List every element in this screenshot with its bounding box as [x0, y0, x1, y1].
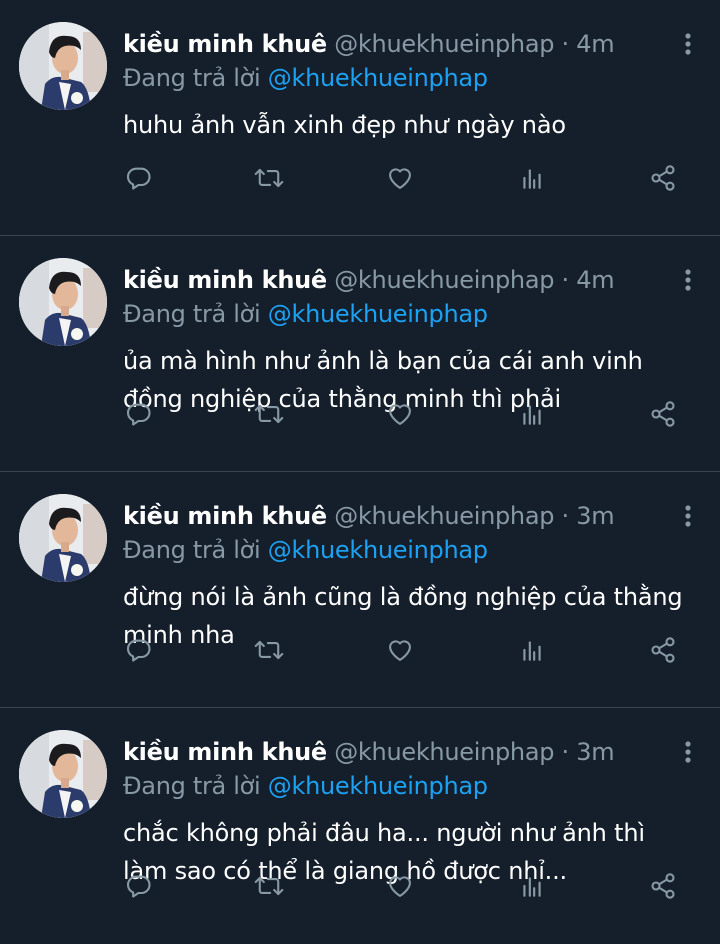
like-button[interactable]	[384, 870, 416, 902]
tweet[interactable]: kiều minh khuê @khuekhueinphap · 3m Đang…	[0, 708, 720, 944]
reply-icon	[126, 639, 151, 662]
like-button[interactable]	[384, 634, 416, 666]
retweet-icon	[254, 876, 284, 896]
display-name[interactable]: kiều minh khuê	[123, 266, 327, 294]
retweet-button[interactable]	[253, 634, 285, 666]
share-button[interactable]	[647, 634, 679, 666]
separator-dot: ·	[561, 738, 570, 766]
more-vertical-icon	[685, 741, 691, 763]
more-options-button[interactable]	[684, 740, 692, 764]
timestamp[interactable]: 4m	[576, 266, 614, 294]
retweet-icon	[254, 168, 284, 188]
more-vertical-icon	[685, 269, 691, 291]
retweet-button[interactable]	[253, 398, 285, 430]
heart-icon	[389, 640, 411, 661]
more-vertical-icon	[685, 33, 691, 55]
username-handle[interactable]: @khuekhueinphap	[334, 30, 554, 58]
analytics-icon	[523, 641, 541, 661]
share-icon	[651, 637, 675, 663]
replying-to-label: Đang trả lời	[123, 536, 261, 564]
tweet[interactable]: kiều minh khuê @khuekhueinphap · 3m Đang…	[0, 472, 720, 708]
reply-thread-feed: kiều minh khuê @khuekhueinphap · 4m Đang…	[0, 0, 720, 944]
tweet-header: kiều minh khuê @khuekhueinphap · 4m	[123, 264, 615, 296]
reply-button[interactable]	[123, 870, 155, 902]
analytics-button[interactable]	[516, 398, 548, 430]
reply-icon	[126, 403, 151, 426]
avatar[interactable]	[19, 730, 107, 818]
tweet-actions	[0, 162, 720, 194]
username-handle[interactable]: @khuekhueinphap	[334, 738, 554, 766]
more-options-button[interactable]	[684, 504, 692, 528]
tweet[interactable]: kiều minh khuê @khuekhueinphap · 4m Đang…	[0, 236, 720, 472]
retweet-button[interactable]	[253, 162, 285, 194]
share-icon	[651, 401, 675, 427]
more-options-button[interactable]	[684, 32, 692, 56]
avatar[interactable]	[19, 494, 107, 582]
tweet-header: kiều minh khuê @khuekhueinphap · 3m	[123, 500, 615, 532]
avatar-photo	[19, 258, 107, 346]
replying-to-label: Đang trả lời	[123, 300, 261, 328]
retweet-icon	[254, 640, 284, 660]
reply-mention-link[interactable]: @khuekhueinphap	[268, 300, 488, 328]
tweet-text: huhu ảnh vẫn xinh đẹp như ngày nào	[123, 111, 566, 139]
username-handle[interactable]: @khuekhueinphap	[334, 266, 554, 294]
reply-mention-link[interactable]: @khuekhueinphap	[268, 536, 488, 564]
analytics-icon	[523, 877, 541, 897]
separator-dot: ·	[561, 502, 570, 530]
replying-to-line: Đang trả lời @khuekhueinphap	[123, 770, 488, 802]
tweet-actions	[0, 634, 720, 666]
heart-icon	[389, 168, 411, 189]
avatar-photo	[19, 22, 107, 110]
share-icon	[651, 873, 675, 899]
heart-icon	[389, 404, 411, 425]
more-options-button[interactable]	[684, 268, 692, 292]
display-name[interactable]: kiều minh khuê	[123, 738, 327, 766]
analytics-icon	[523, 405, 541, 425]
analytics-icon	[523, 169, 541, 189]
analytics-button[interactable]	[516, 634, 548, 666]
reply-button[interactable]	[123, 398, 155, 430]
avatar-photo	[19, 494, 107, 582]
replying-to-line: Đang trả lời @khuekhueinphap	[123, 534, 488, 566]
separator-dot: ·	[561, 266, 570, 294]
replying-to-label: Đang trả lời	[123, 772, 261, 800]
username-handle[interactable]: @khuekhueinphap	[334, 502, 554, 530]
more-vertical-icon	[685, 505, 691, 527]
reply-icon	[126, 875, 151, 898]
reply-icon	[126, 167, 151, 190]
avatar[interactable]	[19, 258, 107, 346]
share-button[interactable]	[647, 398, 679, 430]
reply-mention-link[interactable]: @khuekhueinphap	[268, 64, 488, 92]
share-icon	[651, 165, 675, 191]
reply-button[interactable]	[123, 634, 155, 666]
like-button[interactable]	[384, 162, 416, 194]
tweet-header: kiều minh khuê @khuekhueinphap · 4m	[123, 28, 615, 60]
reply-button[interactable]	[123, 162, 155, 194]
analytics-button[interactable]	[516, 162, 548, 194]
tweet[interactable]: kiều minh khuê @khuekhueinphap · 4m Đang…	[0, 0, 720, 236]
timestamp[interactable]: 3m	[576, 738, 614, 766]
share-button[interactable]	[647, 870, 679, 902]
retweet-button[interactable]	[253, 870, 285, 902]
tweet-header: kiều minh khuê @khuekhueinphap · 3m	[123, 736, 615, 768]
share-button[interactable]	[647, 162, 679, 194]
tweet-actions	[0, 870, 720, 902]
display-name[interactable]: kiều minh khuê	[123, 30, 327, 58]
timestamp[interactable]: 4m	[576, 30, 614, 58]
replying-to-line: Đang trả lời @khuekhueinphap	[123, 298, 488, 330]
separator-dot: ·	[561, 30, 570, 58]
replying-to-label: Đang trả lời	[123, 64, 261, 92]
replying-to-line: Đang trả lời @khuekhueinphap	[123, 62, 488, 94]
like-button[interactable]	[384, 398, 416, 430]
timestamp[interactable]: 3m	[576, 502, 614, 530]
analytics-button[interactable]	[516, 870, 548, 902]
heart-icon	[389, 876, 411, 897]
avatar[interactable]	[19, 22, 107, 110]
display-name[interactable]: kiều minh khuê	[123, 502, 327, 530]
reply-mention-link[interactable]: @khuekhueinphap	[268, 772, 488, 800]
tweet-actions	[0, 398, 720, 430]
retweet-icon	[254, 404, 284, 424]
avatar-photo	[19, 730, 107, 818]
